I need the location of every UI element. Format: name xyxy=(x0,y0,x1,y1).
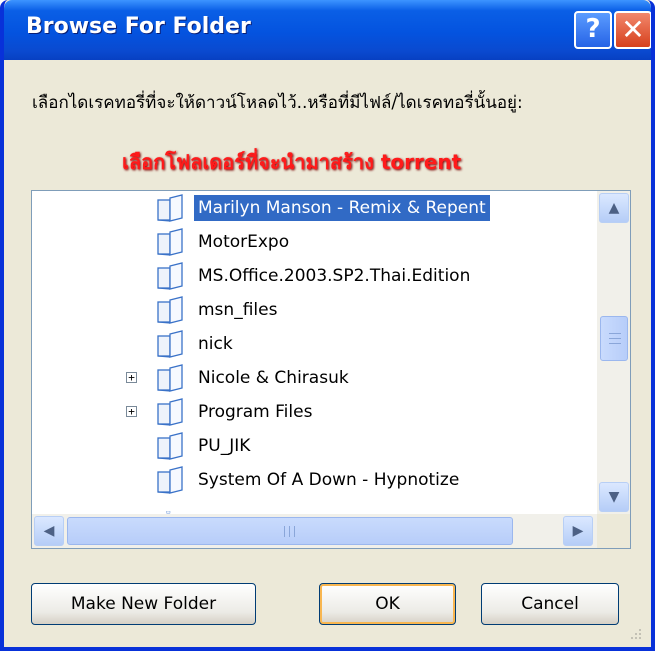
horizontal-scroll-thumb[interactable] xyxy=(67,517,513,545)
folder-row[interactable]: Marilyn Manson - Remix & Repent xyxy=(32,191,588,225)
instruction-text: เลือกไดเรคทอรี่ที่จะให้ดาวน์โหลดไว้..หรื… xyxy=(32,93,523,113)
folder-label: Nicole & Chirasuk xyxy=(198,368,349,388)
dialog-title: Browse For Folder xyxy=(26,14,251,39)
help-icon: ? xyxy=(585,14,601,44)
ok-button[interactable]: OK xyxy=(319,583,456,625)
expand-plus-icon[interactable]: + xyxy=(126,406,137,417)
folder-row[interactable]: + Program Files xyxy=(32,395,588,429)
thumb-grip-line xyxy=(609,333,621,334)
title-bar[interactable]: Browse For Folder ? ✕ xyxy=(4,0,651,60)
thumb-grip-line xyxy=(284,526,285,537)
thumb-grip-line xyxy=(609,338,621,339)
make-new-folder-button[interactable]: Make New Folder xyxy=(31,583,256,625)
scroll-right-button[interactable]: ▶ xyxy=(563,516,593,546)
scroll-up-arrow-icon: ▲ xyxy=(608,200,620,216)
folder-icon xyxy=(157,228,183,256)
overlay-note: เลือกโฟลเดอร์ที่จะนำมาสร้าง torrent xyxy=(122,150,462,174)
thumb-grip-line xyxy=(289,526,290,537)
resize-grip-icon[interactable] xyxy=(627,625,643,641)
folder-row[interactable]: nick xyxy=(32,327,588,361)
folder-label: MotorExpo xyxy=(198,232,290,252)
folder-row[interactable]: msn_files xyxy=(32,293,588,327)
folder-label: nick xyxy=(198,334,233,354)
expand-plus-icon[interactable]: + xyxy=(126,372,137,383)
folder-icon xyxy=(157,194,183,222)
scrollbar-corner xyxy=(597,514,630,548)
folder-label: Program Files xyxy=(198,402,313,422)
scroll-left-button[interactable]: ◀ xyxy=(34,516,64,546)
folder-label: MS.Office.2003.SP2.Thai.Edition xyxy=(198,266,471,286)
vertical-scrollbar[interactable]: ▲ ▼ xyxy=(597,191,630,514)
folder-row[interactable]: PU_JIK xyxy=(32,429,588,463)
folder-tree[interactable]: Marilyn Manson - Remix & Repent MotorExpo… xyxy=(31,190,631,549)
folder-row[interactable]: MS.Office.2003.SP2.Thai.Edition xyxy=(32,259,588,293)
close-button[interactable]: ✕ xyxy=(614,11,651,49)
folder-row[interactable]: MotorExpo xyxy=(32,225,588,259)
folder-icon xyxy=(157,466,183,494)
folder-label: PU_JIK xyxy=(198,436,251,456)
thumb-grip-line xyxy=(609,343,621,344)
thumb-grip-line xyxy=(294,526,295,537)
folder-row[interactable]: System Of A Down - Hypnotize xyxy=(32,463,588,497)
help-button[interactable]: ? xyxy=(574,11,612,49)
folder-icon xyxy=(157,296,183,324)
folder-label: msn_files xyxy=(198,300,278,320)
scroll-left-arrow-icon: ◀ xyxy=(43,523,55,539)
folder-label: System Of A Down - Hypnotize xyxy=(198,470,460,490)
scroll-down-arrow-icon: ▼ xyxy=(608,489,620,505)
folder-label: Marilyn Manson - Remix & Repent xyxy=(194,195,490,221)
vertical-scroll-thumb[interactable] xyxy=(600,316,628,361)
folder-row[interactable]: + Nicole & Chirasuk xyxy=(32,361,588,395)
folder-icon xyxy=(157,330,183,358)
horizontal-scrollbar[interactable]: ◀ ▶ xyxy=(32,514,597,548)
folder-icon xyxy=(157,432,183,460)
folder-icon xyxy=(157,364,183,392)
scroll-up-button[interactable]: ▲ xyxy=(599,193,629,223)
folder-icon xyxy=(157,262,183,290)
cancel-button[interactable]: Cancel xyxy=(481,583,619,625)
folder-icon xyxy=(157,398,183,426)
scroll-down-button[interactable]: ▼ xyxy=(599,482,629,512)
close-icon: ✕ xyxy=(621,13,645,46)
scroll-right-arrow-icon: ▶ xyxy=(572,523,584,539)
browse-for-folder-dialog: Browse For Folder ? ✕ เลือกไดเรคทอรี่ที่… xyxy=(0,0,655,651)
